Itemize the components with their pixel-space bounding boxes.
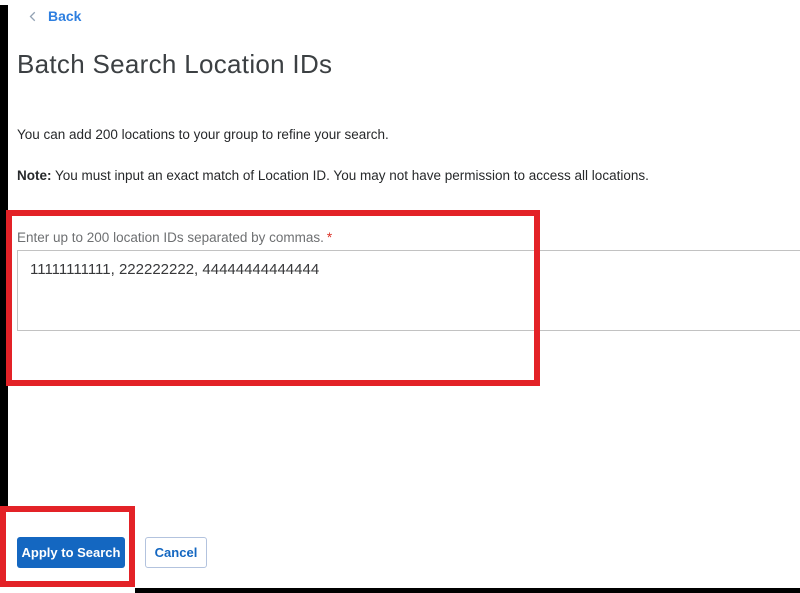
page-title: Batch Search Location IDs bbox=[17, 48, 332, 80]
note-text: Note: You must input an exact match of L… bbox=[17, 167, 649, 184]
required-asterisk: * bbox=[327, 230, 332, 245]
chevron-left-icon bbox=[27, 10, 39, 23]
back-link-label: Back bbox=[48, 8, 81, 24]
cancel-button[interactable]: Cancel bbox=[145, 537, 207, 568]
bottom-edge-bar bbox=[135, 588, 800, 593]
note-prefix: Note: bbox=[17, 168, 52, 183]
note-body: You must input an exact match of Locatio… bbox=[52, 168, 649, 183]
location-ids-label: Enter up to 200 location IDs separated b… bbox=[17, 230, 332, 245]
location-ids-textarea[interactable]: 11111111111, 222222222, 44444444444444 bbox=[17, 250, 800, 331]
intro-text: You can add 200 locations to your group … bbox=[17, 126, 389, 143]
apply-to-search-button[interactable]: Apply to Search bbox=[17, 537, 125, 568]
left-edge-bar bbox=[0, 5, 8, 506]
location-ids-label-text: Enter up to 200 location IDs separated b… bbox=[17, 230, 324, 245]
back-link[interactable]: Back bbox=[27, 8, 81, 24]
